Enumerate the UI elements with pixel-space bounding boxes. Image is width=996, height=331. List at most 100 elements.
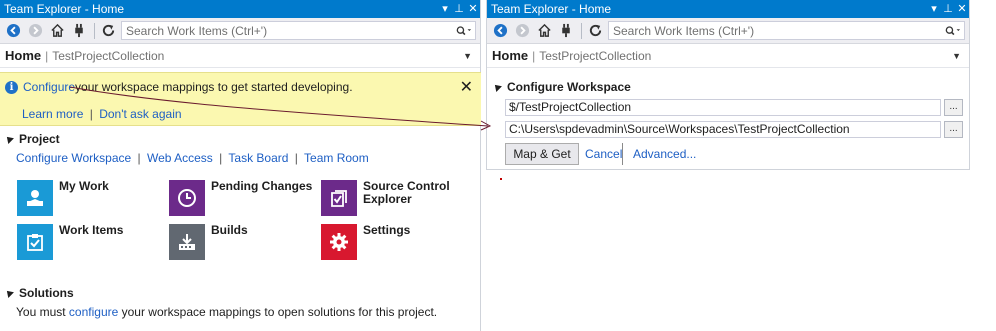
left-toolbar: Search Work Items (Ctrl+'): [0, 18, 480, 44]
local-path-field[interactable]: C:\Users\spdevadmin\Source\Workspaces\Te…: [505, 121, 941, 138]
tile-builds[interactable]: Builds: [169, 224, 321, 260]
search-work-items-input[interactable]: Search Work Items (Ctrl+'): [121, 21, 476, 40]
team-room-link[interactable]: Team Room: [304, 151, 369, 165]
red-marker: [500, 178, 502, 180]
configure-workspace-link[interactable]: Configure Workspace: [16, 151, 131, 165]
refresh-icon[interactable]: [99, 22, 117, 40]
info-line: i Configure your workspace mappings to g…: [5, 80, 353, 94]
link-separator: |: [219, 151, 223, 165]
search-placeholder: Search Work Items (Ctrl+'): [613, 23, 755, 38]
search-icon[interactable]: [942, 25, 964, 37]
dont-ask-again-link[interactable]: Don't ask again: [99, 107, 181, 121]
work-items-label: Work Items: [59, 223, 124, 237]
project-links: Configure Workspace | Web Access | Task …: [16, 151, 369, 165]
close-icon[interactable]: ✕: [955, 0, 969, 18]
right-titlebar[interactable]: Team Explorer - Home ▾ ⊥ ✕: [487, 0, 969, 18]
home-row: Home | TestProjectCollection ▼: [487, 44, 969, 68]
dropdown-icon[interactable]: ▾: [927, 0, 941, 18]
team-explorer-left: Team Explorer - Home ▾ ⊥ ✕ Search Work I…: [0, 0, 481, 331]
source-control-label: Source Control Explorer: [363, 179, 450, 206]
link-separator: |: [89, 107, 93, 121]
builds-icon: [169, 224, 205, 260]
info-text: your workspace mappings to get started d…: [75, 80, 353, 94]
home-row: Home | TestProjectCollection ▼: [0, 44, 480, 68]
tile-my-work[interactable]: My Work: [17, 180, 169, 216]
home-label[interactable]: Home: [492, 48, 528, 63]
my-work-label: My Work: [59, 179, 109, 193]
server-path-field[interactable]: $/TestProjectCollection: [505, 99, 941, 116]
info-icon: i: [5, 80, 18, 94]
home-separator: |: [45, 48, 49, 63]
local-path-browse-button[interactable]: ...: [944, 121, 963, 138]
learn-more-link[interactable]: Learn more: [22, 107, 83, 121]
info-links: Learn more | Don't ask again: [22, 107, 182, 121]
plug-icon[interactable]: [557, 22, 575, 40]
tile-settings[interactable]: Settings: [321, 224, 473, 260]
forward-icon[interactable]: [26, 22, 44, 40]
link-separator: |: [294, 151, 298, 165]
search-icon[interactable]: [453, 25, 475, 37]
advanced-link[interactable]: Advanced...: [633, 147, 696, 161]
back-icon[interactable]: [491, 22, 509, 40]
collapse-triangle-icon[interactable]: [4, 134, 14, 144]
search-work-items-input[interactable]: Search Work Items (Ctrl+'): [608, 21, 965, 40]
task-board-link[interactable]: Task Board: [228, 151, 288, 165]
pending-changes-icon: [169, 180, 205, 216]
solutions-message: You must configure your workspace mappin…: [16, 305, 437, 319]
toolbar-separator: [94, 22, 95, 39]
close-icon[interactable]: ✕: [466, 0, 480, 18]
collapse-triangle-icon[interactable]: [4, 288, 14, 298]
left-title: Team Explorer - Home: [4, 2, 125, 16]
action-separator: [622, 143, 623, 165]
map-and-get-button[interactable]: Map & Get: [505, 143, 579, 165]
pin-icon[interactable]: ⊥: [941, 0, 955, 18]
link-separator: |: [137, 151, 141, 165]
dropdown-icon[interactable]: ▾: [438, 0, 452, 18]
web-access-link[interactable]: Web Access: [147, 151, 213, 165]
settings-gear-icon: [321, 224, 357, 260]
work-items-icon: [17, 224, 53, 260]
collection-name: TestProjectCollection: [52, 48, 165, 63]
solutions-configure-link[interactable]: configure: [69, 305, 118, 319]
info-close-icon[interactable]: ✕: [460, 77, 473, 97]
collapse-triangle-icon[interactable]: [492, 82, 502, 92]
server-path-browse-button[interactable]: ...: [944, 99, 963, 116]
right-toolbar: Search Work Items (Ctrl+'): [487, 18, 969, 44]
configure-link[interactable]: Configure: [23, 80, 75, 94]
settings-label: Settings: [363, 223, 411, 237]
tile-source-control-explorer[interactable]: Source Control Explorer: [321, 180, 473, 216]
plug-icon[interactable]: [70, 22, 88, 40]
solutions-post: your workspace mappings to open solution…: [118, 305, 438, 319]
solutions-section-header[interactable]: Solutions: [4, 286, 74, 300]
pending-changes-label: Pending Changes: [211, 179, 313, 193]
project-section-header[interactable]: Project: [4, 132, 60, 146]
tile-work-items[interactable]: Work Items: [17, 224, 169, 260]
left-titlebar[interactable]: Team Explorer - Home ▾ ⊥ ✕: [0, 0, 480, 18]
home-label[interactable]: Home: [5, 48, 41, 63]
tile-pending-changes[interactable]: Pending Changes: [169, 180, 321, 216]
info-bar: i Configure your workspace mappings to g…: [0, 72, 481, 126]
back-icon[interactable]: [4, 22, 22, 40]
home-separator: |: [532, 48, 536, 63]
chevron-down-icon[interactable]: ▼: [952, 51, 961, 61]
team-explorer-right: Team Explorer - Home ▾ ⊥ ✕ Search Work I…: [486, 0, 970, 170]
collection-name: TestProjectCollection: [539, 48, 652, 63]
my-work-icon: [17, 180, 53, 216]
solutions-heading: Solutions: [19, 286, 74, 300]
toolbar-separator: [581, 22, 582, 39]
configure-workspace-header[interactable]: Configure Workspace: [492, 80, 631, 94]
configure-workspace-heading: Configure Workspace: [507, 80, 631, 94]
solutions-pre: You must: [16, 305, 69, 319]
forward-icon[interactable]: [513, 22, 531, 40]
home-icon[interactable]: [48, 22, 66, 40]
home-icon[interactable]: [535, 22, 553, 40]
chevron-down-icon[interactable]: ▼: [463, 51, 472, 61]
source-control-icon: [321, 180, 357, 216]
cancel-link[interactable]: Cancel: [585, 147, 622, 161]
refresh-icon[interactable]: [586, 22, 604, 40]
builds-label: Builds: [211, 223, 248, 237]
pin-icon[interactable]: ⊥: [452, 0, 466, 18]
search-placeholder: Search Work Items (Ctrl+'): [126, 23, 268, 38]
project-heading: Project: [19, 132, 60, 146]
right-title: Team Explorer - Home: [491, 2, 612, 16]
